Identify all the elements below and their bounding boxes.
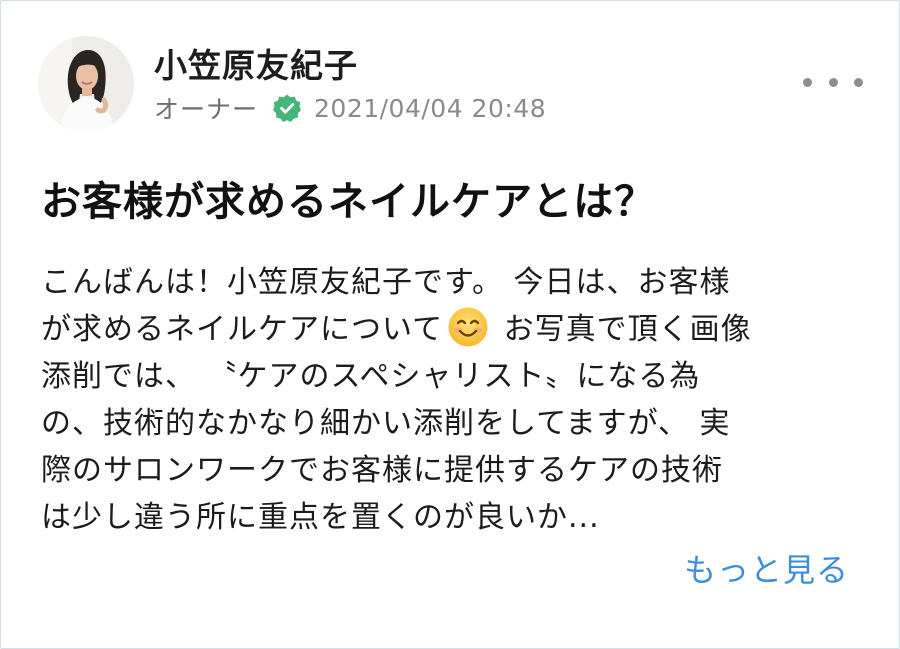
body-line: は少し違う所に重点を置くのが良いか... — [41, 500, 600, 535]
more-options-button[interactable] — [803, 69, 863, 95]
author-role: オーナー — [154, 95, 259, 124]
post-title[interactable]: お客様が求めるネイルケアとは？ — [41, 169, 655, 227]
read-more-link[interactable]: もっと見る — [684, 545, 849, 591]
body-text: お写真で頂く画像 — [493, 312, 752, 347]
verified-check-icon — [272, 93, 302, 123]
author-name[interactable]: 小笠原友紀子 — [154, 39, 358, 87]
body-line: が求めるネイルケアについて お写真で頂く画像 — [41, 306, 871, 353]
body-line: 際のサロンワークでお客様に提供するケアの技術 — [41, 453, 723, 488]
body-line: の、技術的なかなり細かい添削をしてますが、 実 — [41, 406, 731, 441]
smiling-face-emoji-icon — [447, 306, 489, 348]
author-avatar[interactable] — [38, 36, 134, 132]
body-line: こんばんは！小笠原友紀子です。 今日は、お客様 — [41, 265, 731, 300]
body-line: 添削では、 〝ケアのスペシャリスト〟になる為 — [41, 359, 701, 394]
avatar-photo — [38, 36, 134, 132]
post-timestamp: 2021/04/04 20:48 — [314, 93, 547, 123]
body-text: が求めるネイルケアについて — [41, 312, 444, 347]
more-dots-icon — [803, 77, 812, 87]
post-meta: オーナー 2021/04/04 20:48 — [154, 91, 546, 125]
post-card: 小笠原友紀子 オーナー 2021/04/04 20:48 お客様が求めるネイルケ… — [0, 0, 900, 649]
post-body: こんばんは！小笠原友紀子です。 今日は、お客様 が求めるネイルケアについて お写… — [41, 259, 871, 541]
